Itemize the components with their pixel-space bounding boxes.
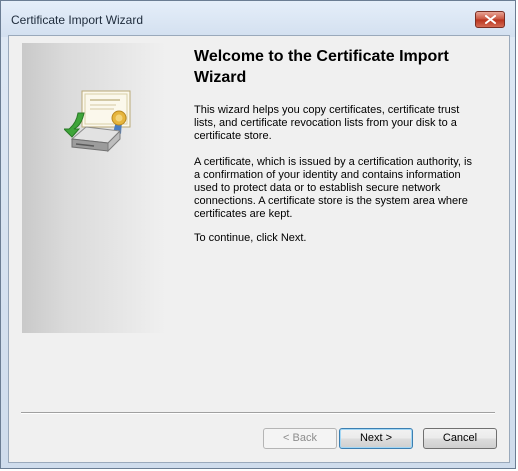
wizard-window: Certificate Import Wizard Welcome to the…	[0, 0, 516, 469]
next-button[interactable]: Next >	[339, 428, 413, 449]
wizard-body: Welcome to the Certificate Import Wizard…	[8, 35, 510, 463]
certificate-import-icon	[64, 90, 131, 153]
button-separator	[21, 412, 495, 414]
close-icon	[485, 15, 496, 24]
back-button[interactable]: < Back	[263, 428, 337, 449]
title-bar[interactable]: Certificate Import Wizard	[1, 1, 515, 37]
certificate-description-paragraph: A certificate, which is issued by a cert…	[194, 156, 472, 220]
cancel-button[interactable]: Cancel	[423, 428, 497, 449]
intro-paragraph: This wizard helps you copy certificates,…	[194, 104, 460, 142]
window-title: Certificate Import Wizard	[11, 13, 144, 27]
page-title: Welcome to the Certificate Import Wizard	[194, 48, 449, 86]
continue-instruction: To continue, click Next.	[194, 232, 307, 244]
close-button[interactable]	[475, 11, 505, 28]
wizard-content: Welcome to the Certificate Import Wizard…	[194, 46, 484, 244]
wizard-side-panel	[22, 43, 166, 333]
